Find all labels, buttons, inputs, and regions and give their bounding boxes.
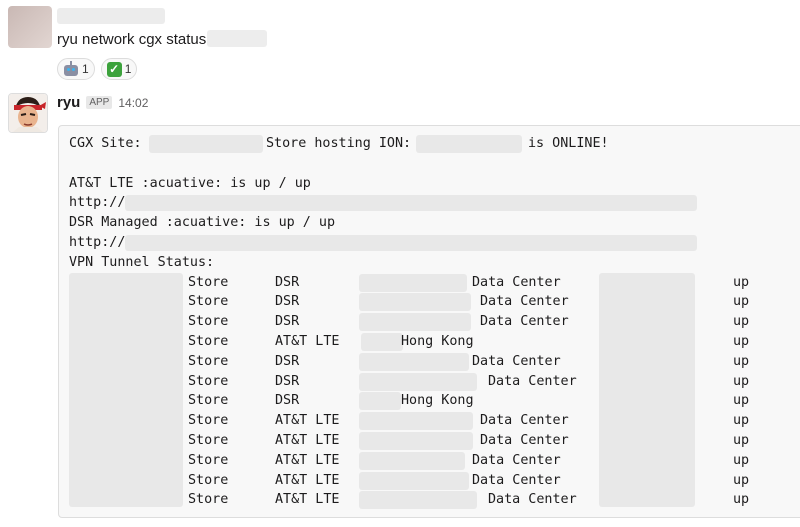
- tunnel-destination: Data Center: [472, 452, 561, 468]
- redacted-url: [125, 234, 697, 251]
- tunnel-status: up: [733, 472, 750, 488]
- redacted-ion-name: [416, 135, 522, 153]
- redacted-url: [125, 195, 697, 212]
- tunnel-circuit: AT&T LTE: [275, 413, 340, 429]
- tunnel-status: up: [733, 432, 750, 448]
- tunnel-destination: Hong Kong: [401, 393, 474, 409]
- tunnel-site: Store: [188, 333, 229, 349]
- redacted-endpoint: [359, 392, 401, 411]
- vpn-title-line: VPN Tunnel Status:: [69, 254, 215, 270]
- reaction-bar: 1 ✓ 1: [57, 58, 138, 80]
- tunnel-site: Store: [188, 472, 229, 488]
- app-badge: APP: [86, 96, 113, 109]
- tunnel-destination: Data Center: [488, 373, 577, 389]
- tunnel-circuit: AT&T LTE: [275, 432, 340, 448]
- redacted-endpoint: [359, 471, 469, 490]
- redacted-endpoint: [359, 313, 471, 332]
- dsr-url-line: http://: [69, 233, 800, 253]
- redacted-site-name: [149, 135, 263, 153]
- tunnel-site: Store: [188, 353, 229, 369]
- tunnel-destination: Data Center: [488, 492, 577, 508]
- tunnel-site: Store: [188, 274, 229, 290]
- bot-message-header: ryu APP 14:02: [57, 94, 148, 111]
- tunnel-status: up: [733, 413, 750, 429]
- tunnel-circuit: DSR: [275, 294, 300, 310]
- redacted-endpoint: [361, 332, 403, 351]
- reaction-count: 1: [124, 62, 132, 76]
- redacted-endpoint: [359, 431, 473, 450]
- reaction-count: 1: [82, 62, 89, 76]
- tunnel-status: up: [733, 274, 750, 290]
- tunnel-destination: Data Center: [472, 472, 561, 488]
- tunnel-status: up: [733, 393, 750, 409]
- tunnel-destination: Data Center: [472, 274, 561, 290]
- redacted-endpoint: [359, 273, 467, 292]
- tunnel-circuit: DSR: [275, 274, 300, 290]
- tunnel-site: Store: [188, 393, 229, 409]
- previous-user-avatar[interactable]: [8, 6, 52, 48]
- tunnel-circuit: AT&T LTE: [275, 452, 340, 468]
- previous-message-text: ryu network cgx status: [57, 30, 268, 48]
- tunnel-circuit: DSR: [275, 393, 300, 409]
- tunnel-circuit: AT&T LTE: [275, 333, 340, 349]
- tunnel-destination: Data Center: [480, 413, 569, 429]
- redacted-endpoint: [359, 451, 465, 470]
- status-code-block: CGX Site: Store hosting ION: is ONLINE! …: [58, 125, 800, 518]
- tunnel-circuit: AT&T LTE: [275, 472, 340, 488]
- tunnel-status: up: [733, 314, 750, 330]
- att-status-line: AT&T LTE :acuative: is up / up: [69, 175, 311, 191]
- redacted-endpoint: [359, 372, 477, 391]
- tunnel-site: Store: [188, 413, 229, 429]
- redacted-endpoint: [359, 491, 477, 510]
- tunnel-destination: Data Center: [480, 432, 569, 448]
- tunnel-site: Store: [188, 452, 229, 468]
- previous-message-body: ryu network cgx status: [57, 31, 207, 48]
- tunnel-site: Store: [188, 294, 229, 310]
- tunnel-circuit: DSR: [275, 314, 300, 330]
- redacted-endpoint: [359, 352, 469, 371]
- robot-icon: [63, 61, 79, 77]
- redacted-tunnel-ids: [599, 273, 695, 507]
- tunnel-circuit: DSR: [275, 373, 300, 389]
- tunnel-site: Store: [188, 314, 229, 330]
- dsr-status-line: DSR Managed :acuative: is up / up: [69, 215, 336, 231]
- tunnel-status: up: [733, 373, 750, 389]
- tunnel-circuit: AT&T LTE: [275, 492, 340, 508]
- redacted-tunnel-names: [69, 273, 183, 507]
- tunnel-circuit: DSR: [275, 353, 300, 369]
- bot-name[interactable]: ryu: [57, 94, 80, 111]
- message-timestamp[interactable]: 14:02: [118, 96, 148, 110]
- tunnel-site: Store: [188, 432, 229, 448]
- tunnel-status: up: [733, 294, 750, 310]
- tunnel-status: up: [733, 333, 750, 349]
- previous-user-name-redacted: [57, 8, 165, 24]
- tunnel-status: up: [733, 452, 750, 468]
- site-status-line: CGX Site: Store hosting ION: is ONLINE!: [69, 135, 609, 153]
- tunnel-status: up: [733, 492, 750, 508]
- reaction-check[interactable]: ✓ 1: [100, 58, 138, 80]
- tunnel-site: Store: [188, 492, 229, 508]
- tunnel-destination: Data Center: [480, 294, 569, 310]
- reaction-robot[interactable]: 1: [57, 58, 95, 80]
- tunnel-status: up: [733, 353, 750, 369]
- ryu-avatar-icon: [9, 94, 47, 132]
- tunnel-destination: Data Center: [480, 314, 569, 330]
- tunnel-destination: Data Center: [472, 353, 561, 369]
- redacted-text: [207, 30, 268, 47]
- tunnel-destination: Hong Kong: [401, 333, 474, 349]
- redacted-endpoint: [359, 412, 473, 431]
- redacted-endpoint: [359, 293, 471, 312]
- tunnel-site: Store: [188, 373, 229, 389]
- check-icon: ✓: [106, 61, 122, 77]
- att-url-line: http://: [69, 193, 800, 213]
- bot-avatar[interactable]: [8, 93, 48, 133]
